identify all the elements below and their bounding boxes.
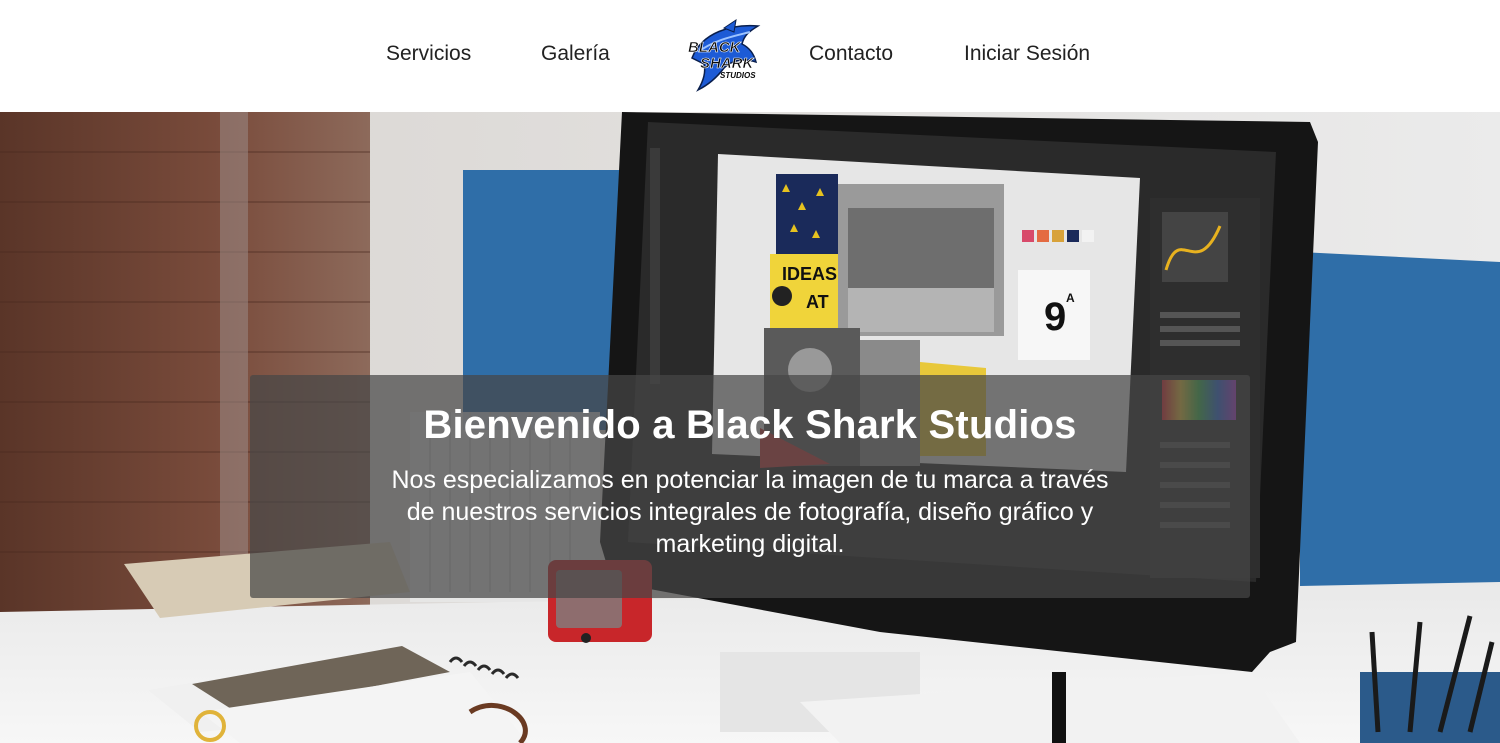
- logo-text-studios: STUDIOS: [720, 71, 756, 80]
- nav-link-contacto[interactable]: Contacto: [809, 42, 893, 66]
- hero-subtitle: Nos especializamos en potenciar la image…: [391, 466, 1109, 558]
- nav-link-servicios[interactable]: Servicios: [386, 42, 471, 66]
- top-navigation: Servicios Galería BLACK SHARK STUDIOS Co…: [0, 0, 1500, 112]
- logo-text-black: BLACK: [688, 39, 742, 56]
- hero-section: IDEAS AT 9 A Bienvenido a Black Shark St…: [0, 112, 1500, 743]
- screen-text-at: AT: [806, 292, 829, 312]
- nav-link-iniciar-sesion[interactable]: Iniciar Sesión: [964, 42, 1090, 66]
- screen-text-page-number: 9: [1044, 295, 1066, 339]
- hero-title: Bienvenido a Black Shark Studios: [423, 403, 1077, 447]
- hero-welcome-box: Bienvenido a Black Shark Studios Nos esp…: [250, 375, 1250, 598]
- logo-text-shark: SHARK: [700, 55, 755, 72]
- nav-link-galeria[interactable]: Galería: [541, 42, 610, 66]
- screen-text-page-letter: A: [1066, 291, 1075, 305]
- black-shark-logo[interactable]: BLACK SHARK STUDIOS: [684, 18, 764, 92]
- screen-text-ideas: IDEAS: [782, 264, 837, 284]
